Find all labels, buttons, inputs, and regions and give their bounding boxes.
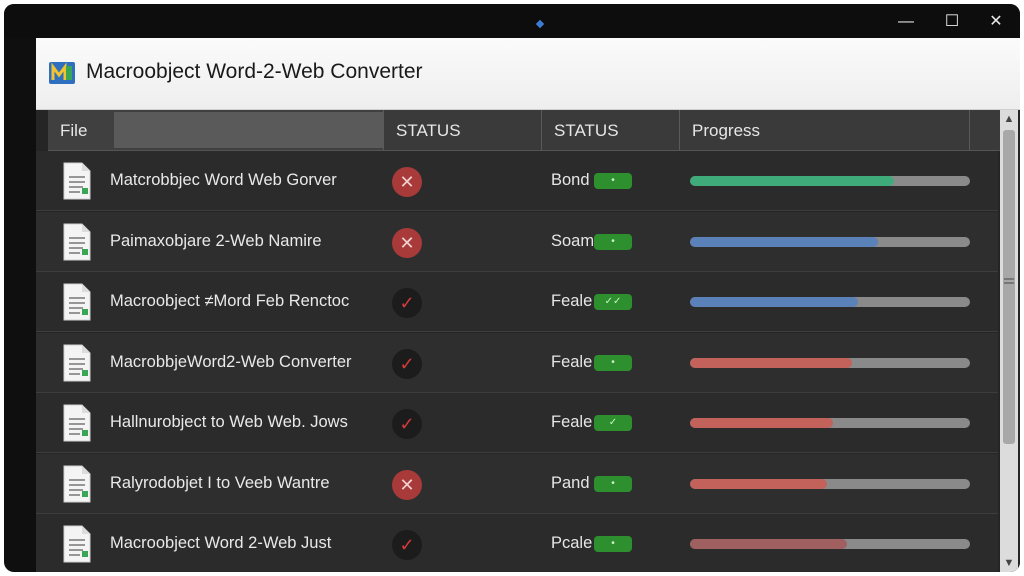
progress-bar (690, 418, 970, 428)
status-text: Feale (551, 292, 593, 310)
table-row[interactable]: Macroobject Word 2-Web Just ✓ Pcale • (36, 514, 998, 572)
column-header-status-2-label: STATUS (554, 121, 619, 140)
scroll-up-icon[interactable]: ▲ (1000, 110, 1018, 128)
progress-bar (690, 297, 970, 307)
status-badge: ✓ (594, 415, 632, 431)
app-window: Macroobject Word-2-Web Converter File ST… (36, 38, 1020, 572)
column-header-status[interactable]: STATUS (384, 110, 542, 150)
status-badge: • (594, 354, 632, 371)
indicator-icon (535, 19, 545, 29)
error-icon: ✕ (392, 227, 422, 258)
minimize-button[interactable]: — (892, 10, 920, 34)
progress-fill (690, 418, 833, 428)
check-icon: ✓ (392, 288, 422, 318)
scroll-thumb[interactable] (1003, 130, 1015, 444)
progress-fill (690, 176, 895, 186)
status-badge: ✓✓ (594, 294, 632, 310)
column-header-status-2[interactable]: STATUS (542, 110, 680, 150)
maximize-button[interactable]: ☐ (938, 10, 966, 34)
column-header-progress[interactable]: Progress (680, 110, 970, 150)
status-text: Pcale (551, 534, 593, 552)
progress-fill (690, 478, 828, 489)
status-badge: • (594, 536, 632, 552)
status-text: Soam (551, 231, 595, 250)
column-header-status-label: STATUS (396, 121, 461, 140)
document-icon (63, 223, 91, 260)
status-badge: • (594, 173, 632, 189)
document-icon (63, 344, 91, 381)
title-bar: Macroobject Word-2-Web Converter (36, 38, 1020, 110)
scroll-grip-icon (1004, 278, 1014, 284)
app-logo-icon (49, 62, 75, 84)
document-icon (63, 525, 91, 563)
window-title: Macroobject Word-2-Web Converter (86, 60, 423, 83)
scroll-down-icon[interactable]: ▼ (1000, 554, 1018, 572)
error-icon: ✕ (392, 167, 422, 197)
close-button[interactable]: ✕ (982, 10, 1010, 34)
table-row[interactable]: MacrobbjeWord2-Web Converter ✓ Feale • (36, 332, 998, 393)
table-row[interactable]: Matcrobbjec Word Web Gorver ✕ Bond • (36, 151, 998, 211)
check-icon: ✓ (392, 530, 422, 560)
progress-bar (690, 357, 970, 368)
progress-bar (690, 176, 970, 186)
frame-top-bar: — ☐ ✕ (4, 4, 1020, 38)
table-row[interactable]: Hallnurobject to Web Web. Jows ✓ Feale ✓ (36, 393, 998, 453)
table-row[interactable]: Ralyrodobjet I to Veeb Wantre ✕ Pand • (36, 453, 998, 514)
table-row[interactable]: Macroobject ≠Mord Feb Renctoc ✓ Feale ✓✓ (36, 272, 998, 332)
file-name: Hallnurobject to Web Web. Jows (110, 413, 348, 431)
check-icon: ✓ (392, 409, 422, 439)
progress-fill (690, 236, 878, 247)
table-row[interactable]: Paimaxobjare 2-Web Namire ✕ Soam • (36, 211, 998, 272)
column-header-progress-label: Progress (692, 121, 761, 140)
status-text: Feale (551, 413, 593, 431)
progress-bar (690, 539, 970, 549)
progress-fill (690, 357, 853, 368)
progress-bar (690, 478, 970, 489)
document-icon (63, 465, 91, 502)
progress-fill (690, 539, 847, 549)
screen-frame: — ☐ ✕ Macroobject Word-2-Web Converter F… (4, 4, 1020, 572)
file-name: Macroobject ≠Mord Feb Renctoc (110, 292, 350, 310)
header-filler (114, 112, 384, 148)
file-name: MacrobbjeWord2-Web Converter (110, 352, 352, 371)
file-name: Ralyrodobjet I to Veeb Wantre (110, 473, 330, 492)
status-text: Bond (551, 171, 590, 189)
column-header-file-label: File (60, 121, 88, 140)
check-icon: ✓ (392, 348, 422, 379)
error-icon: ✕ (392, 469, 422, 500)
file-name: Paimaxobjare 2-Web Namire (110, 231, 322, 250)
file-name: Matcrobbjec Word Web Gorver (110, 171, 337, 189)
progress-fill (690, 297, 858, 307)
file-name: Macroobject Word 2-Web Just (110, 534, 332, 552)
document-icon (63, 404, 91, 442)
document-icon (63, 162, 91, 200)
vertical-scrollbar[interactable]: ▲ ▼ (1000, 110, 1018, 572)
table-header: File STATUS STATUS Progress (48, 110, 1002, 151)
status-badge: • (594, 233, 632, 250)
status-text: Feale (551, 352, 593, 371)
document-icon (63, 283, 91, 321)
progress-bar (690, 236, 970, 247)
status-badge: • (594, 475, 632, 492)
status-text: Pand (551, 473, 590, 492)
